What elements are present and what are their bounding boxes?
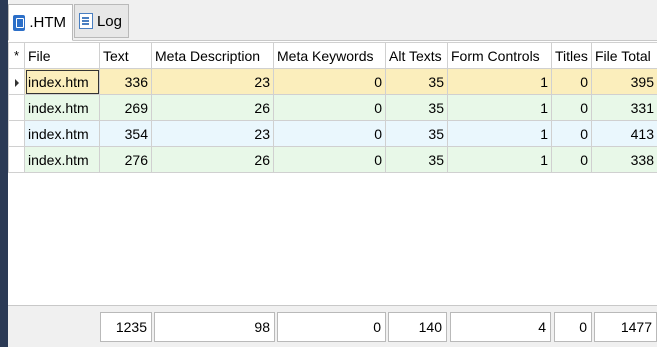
cell-text[interactable]: 336: [99, 68, 152, 95]
total-meta-keywords: 0: [277, 312, 386, 342]
cell-titles[interactable]: 0: [551, 146, 592, 173]
cell-file-total[interactable]: 331: [591, 94, 657, 121]
cell-text[interactable]: 354: [99, 120, 152, 147]
row-selector[interactable]: [8, 94, 25, 121]
tab-bar: .HTM Log: [8, 0, 657, 41]
column-header-file-total[interactable]: File Total: [591, 42, 657, 69]
cell-alt-texts[interactable]: 35: [385, 146, 448, 173]
cell-meta-description[interactable]: 26: [151, 146, 274, 173]
cell-alt-texts[interactable]: 35: [385, 68, 448, 95]
left-edge-panel: [0, 0, 8, 347]
column-header-text[interactable]: Text: [99, 42, 152, 69]
word-count-grid: * File Text Meta Description Meta Keywor…: [8, 42, 657, 173]
cell-meta-keywords[interactable]: 0: [273, 146, 386, 173]
totals-footer: 1235 98 0 140 4 0 1477: [8, 305, 657, 347]
cell-meta-description[interactable]: 23: [151, 68, 274, 95]
column-header-form-controls[interactable]: Form Controls: [447, 42, 552, 69]
column-header-meta-keywords[interactable]: Meta Keywords: [273, 42, 386, 69]
cell-meta-keywords[interactable]: 0: [273, 68, 386, 95]
total-text: 1235: [100, 312, 152, 342]
row-selector[interactable]: [8, 120, 25, 147]
cell-text[interactable]: 276: [99, 146, 152, 173]
total-form-controls: 4: [450, 312, 551, 342]
cell-form-controls[interactable]: 1: [447, 94, 552, 121]
total-alt-texts: 140: [388, 312, 447, 342]
column-header-file[interactable]: File: [24, 42, 100, 69]
table-row[interactable]: index.htm 336 23 0 35 1 0 395: [8, 68, 657, 95]
cell-form-controls[interactable]: 1: [447, 146, 552, 173]
log-file-icon: [79, 13, 93, 29]
total-meta-description: 98: [154, 312, 275, 342]
cell-file-total[interactable]: 338: [591, 146, 657, 173]
select-all-corner[interactable]: *: [8, 42, 25, 69]
column-header-titles[interactable]: Titles: [551, 42, 592, 69]
cell-meta-description[interactable]: 26: [151, 94, 274, 121]
cell-titles[interactable]: 0: [551, 68, 592, 95]
cell-titles[interactable]: 0: [551, 120, 592, 147]
cell-file[interactable]: index.htm: [24, 146, 100, 173]
header-row: * File Text Meta Description Meta Keywor…: [8, 42, 657, 69]
cell-form-controls[interactable]: 1: [447, 68, 552, 95]
cell-meta-keywords[interactable]: 0: [273, 120, 386, 147]
cell-file-total[interactable]: 413: [591, 120, 657, 147]
cell-meta-description[interactable]: 23: [151, 120, 274, 147]
cell-form-controls[interactable]: 1: [447, 120, 552, 147]
column-header-alt-texts[interactable]: Alt Texts: [385, 42, 448, 69]
htm-file-icon: [13, 14, 26, 31]
tab-htm[interactable]: .HTM: [8, 4, 73, 41]
current-row-arrow-icon: [14, 78, 19, 87]
column-header-meta-description[interactable]: Meta Description: [151, 42, 274, 69]
cell-file[interactable]: index.htm: [24, 120, 100, 147]
table-row[interactable]: index.htm 269 26 0 35 1 0 331: [8, 94, 657, 121]
row-selector[interactable]: [8, 146, 25, 173]
cell-alt-texts[interactable]: 35: [385, 94, 448, 121]
row-selector[interactable]: [8, 68, 25, 95]
tab-log[interactable]: Log: [74, 4, 129, 38]
cell-meta-keywords[interactable]: 0: [273, 94, 386, 121]
total-titles: 0: [554, 312, 592, 342]
tab-htm-label: .HTM: [29, 14, 66, 31]
table-row[interactable]: index.htm 276 26 0 35 1 0 338: [8, 146, 657, 173]
total-file-total: 1477: [594, 312, 657, 342]
cell-text[interactable]: 269: [99, 94, 152, 121]
cell-file[interactable]: index.htm: [24, 68, 100, 95]
cell-titles[interactable]: 0: [551, 94, 592, 121]
table-row[interactable]: index.htm 354 23 0 35 1 0 413: [8, 120, 657, 147]
cell-file[interactable]: index.htm: [24, 94, 100, 121]
tab-log-label: Log: [96, 12, 122, 30]
cell-file-total[interactable]: 395: [591, 68, 657, 95]
cell-alt-texts[interactable]: 35: [385, 120, 448, 147]
